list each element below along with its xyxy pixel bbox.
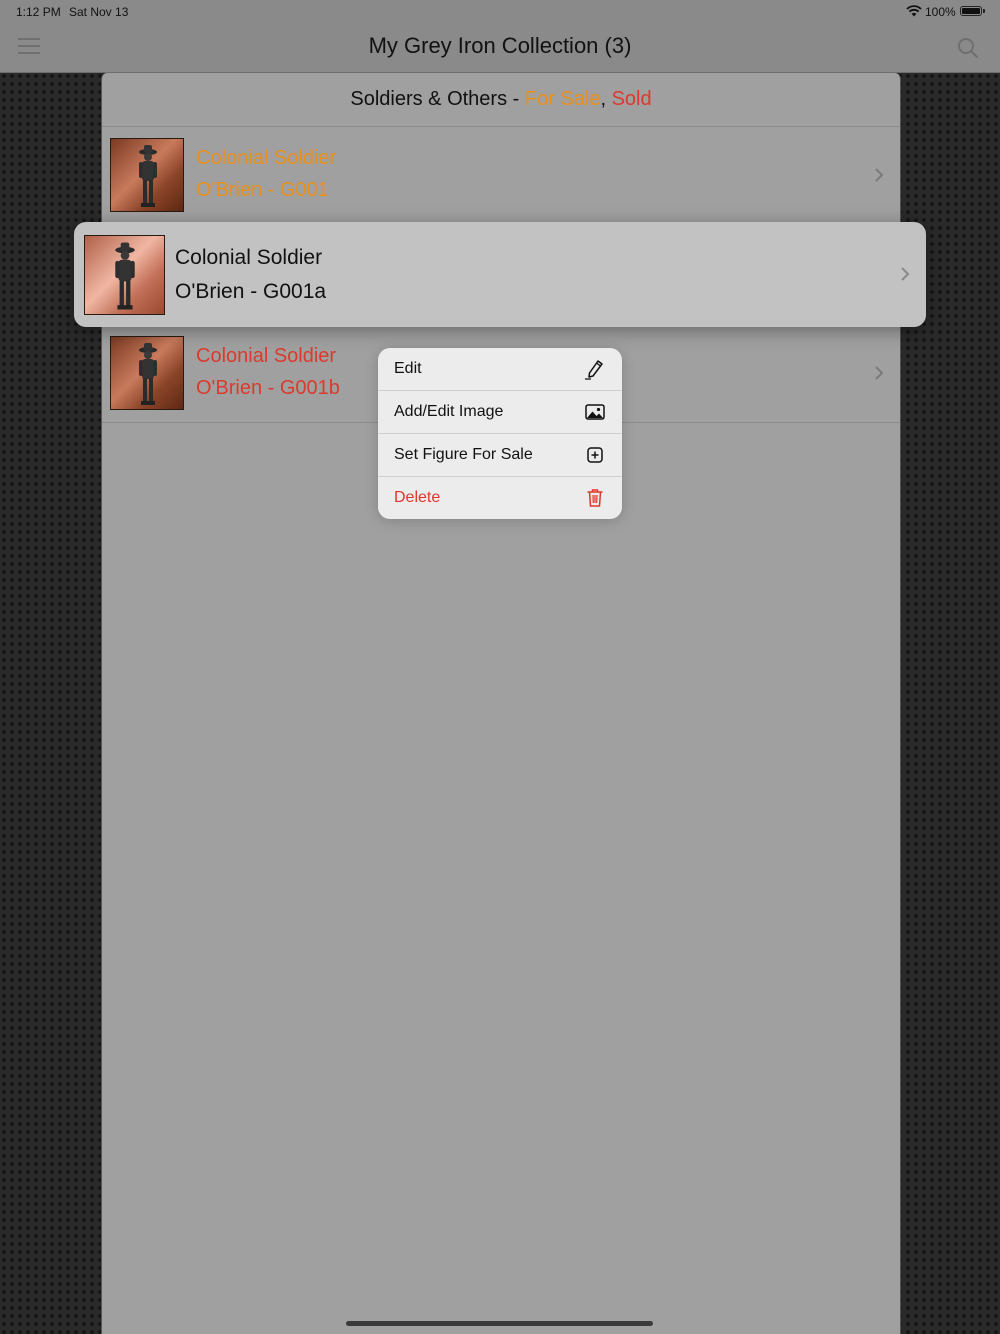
page-title: My Grey Iron Collection (3)	[368, 33, 632, 58]
legend-separator: ,	[600, 88, 607, 110]
soldier-figure-icon	[139, 343, 157, 405]
figure-detail: O'Brien - G001a	[175, 280, 327, 303]
battery-percent: 100%	[925, 5, 956, 19]
wifi-icon	[906, 5, 922, 17]
home-indicator[interactable]	[346, 1321, 653, 1326]
menu-item-edit[interactable]: Edit	[378, 348, 622, 391]
menu-item-delete[interactable]: Delete	[378, 477, 622, 519]
figure-thumbnail	[84, 235, 165, 315]
legend-sold: Sold	[611, 88, 652, 110]
chevron-right-icon	[901, 267, 910, 281]
figure-name: Colonial Soldier	[175, 246, 323, 269]
photo-icon	[585, 404, 605, 420]
pencil-icon	[585, 360, 603, 380]
figure-name: Colonial Soldier	[196, 147, 337, 169]
context-menu: Edit Add/Edit Image Set Figure For Sale …	[378, 348, 622, 519]
status-time: 1:12 PM	[16, 5, 61, 19]
battery-icon	[960, 6, 985, 16]
chevron-right-icon	[875, 366, 884, 380]
figure-detail: O'Brien - G001	[196, 179, 329, 201]
chevron-right-icon	[875, 168, 884, 182]
context-preview-row[interactable]: Colonial Soldier O'Brien - G001a	[74, 222, 926, 327]
status-date: Sat Nov 13	[69, 5, 129, 19]
figure-thumbnail	[110, 336, 184, 410]
figure-name: Colonial Soldier	[196, 345, 337, 367]
search-icon[interactable]	[956, 36, 980, 60]
section-title: Soldiers & Others -	[350, 88, 525, 110]
menu-item-label: Edit	[394, 360, 422, 377]
status-bar: 1:12 PM Sat Nov 13 100%	[0, 0, 1000, 24]
figure-detail: O'Brien - G001b	[196, 377, 340, 399]
nav-bar: My Grey Iron Collection (3)	[0, 24, 1000, 73]
menu-item-label: Add/Edit Image	[394, 403, 504, 420]
plus-square-icon	[587, 447, 603, 463]
trash-icon	[587, 489, 603, 507]
figure-thumbnail	[110, 138, 184, 212]
legend-for-sale: For Sale	[524, 88, 601, 110]
soldier-figure-icon	[139, 145, 157, 207]
menu-item-label: Set Figure For Sale	[394, 446, 533, 463]
menu-item-label: Delete	[394, 489, 441, 506]
soldier-figure-icon	[115, 242, 135, 310]
menu-item-set-for-sale[interactable]: Set Figure For Sale	[378, 434, 622, 477]
menu-item-add-edit-image[interactable]: Add/Edit Image	[378, 391, 622, 434]
list-item[interactable]: Colonial Soldier O'Brien - G001	[102, 127, 900, 225]
section-header: Soldiers & Others - For Sale, Sold	[102, 73, 900, 127]
